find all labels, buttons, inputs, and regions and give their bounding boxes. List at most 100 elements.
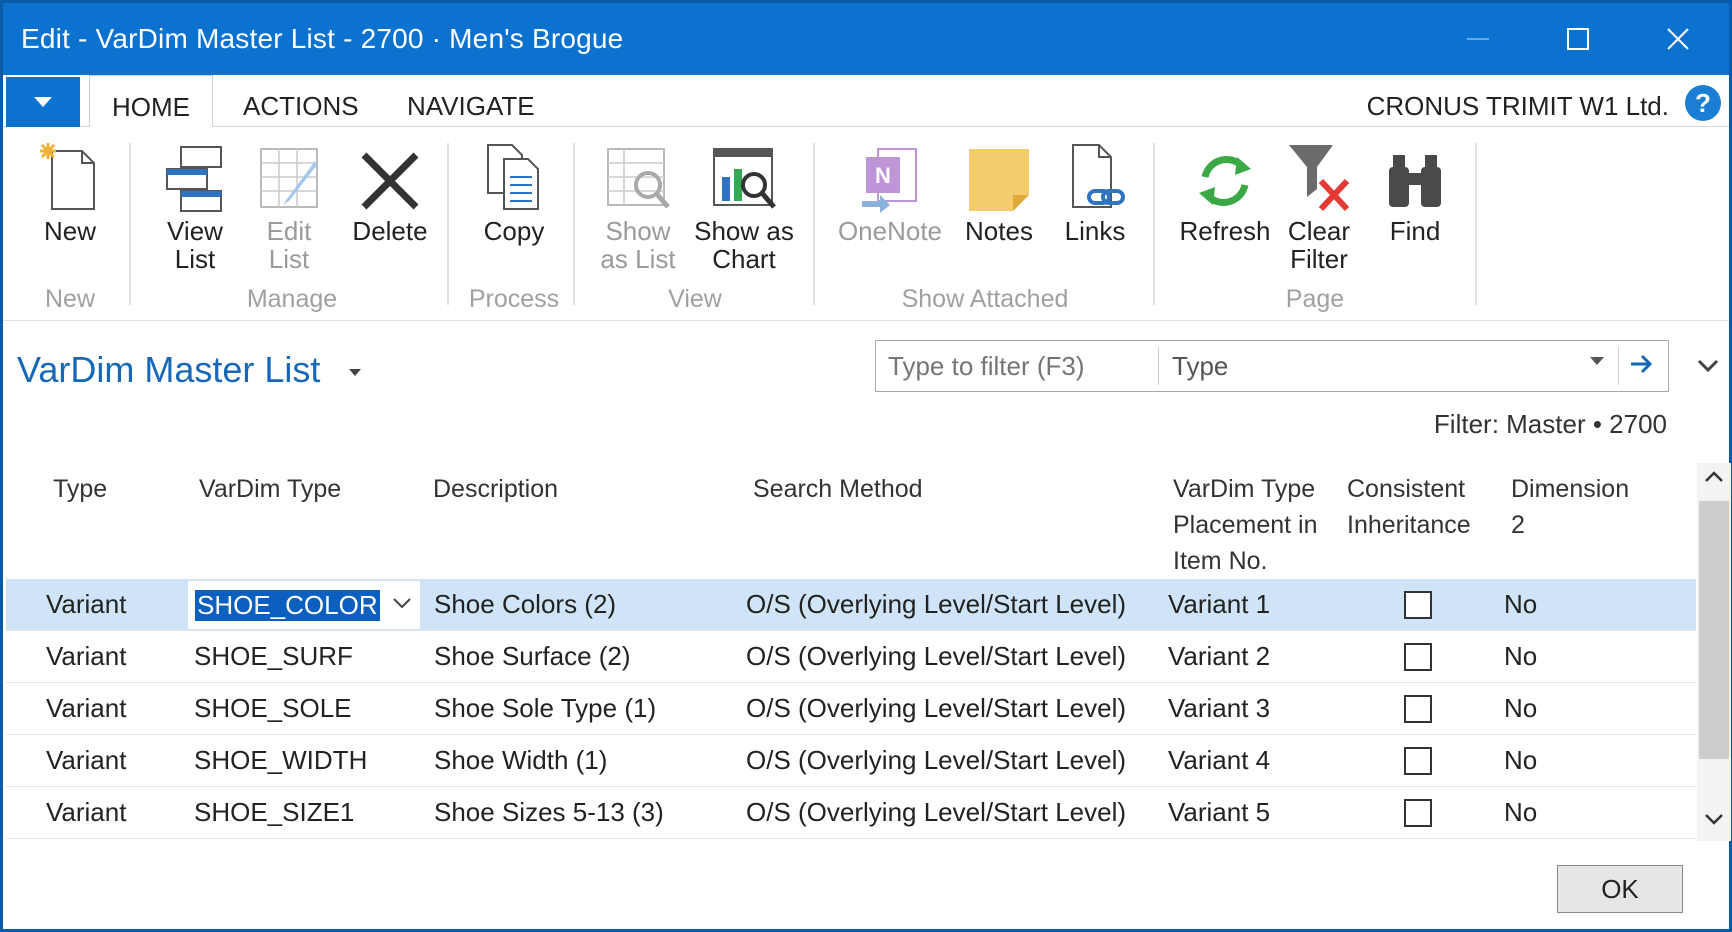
cell-type: Variant [46, 589, 127, 619]
apply-filter-arrow-icon[interactable] [1628, 351, 1654, 382]
svg-text:N: N [875, 163, 891, 188]
consistent-inheritance-checkbox[interactable] [1404, 695, 1432, 723]
title-bar[interactable]: Edit - VarDim Master List - 2700 · Men's… [3, 3, 1729, 75]
tab-navigate[interactable]: NAVIGATE [407, 75, 535, 127]
consistent-inheritance-checkbox[interactable] [1404, 591, 1432, 619]
copy-icon [487, 144, 539, 210]
onenote-button[interactable]: N OneNote [835, 137, 945, 245]
cell-search-method: O/S (Overlying Level/Start Level) [746, 797, 1127, 827]
collapse-chevron-icon[interactable] [1697, 359, 1719, 378]
scroll-up-icon[interactable] [1704, 471, 1724, 483]
minimize-button[interactable] [1433, 3, 1523, 75]
chevron-down-icon[interactable] [393, 598, 411, 608]
new-button[interactable]: New [27, 137, 113, 245]
group-label-show-attached: Show Attached [901, 285, 1069, 313]
clear-filter-icon [1289, 145, 1350, 212]
group-label-view: View [668, 285, 722, 313]
table-row[interactable]: Variant SHOE_SURF Shoe Surface (2) O/S (… [6, 631, 1696, 683]
clear-filter-label-1: Clear [1287, 216, 1351, 246]
cell-vardim-type[interactable]: SHOE_COLOR [195, 590, 380, 621]
clear-filter-button[interactable]: Clear Filter [1279, 137, 1359, 273]
column-header-description[interactable]: Description [433, 471, 558, 507]
show-as-list-button[interactable]: Show as List [591, 137, 685, 273]
scrollbar-thumb[interactable] [1699, 501, 1729, 759]
consistent-inheritance-checkbox[interactable] [1404, 747, 1432, 775]
column-header-placement[interactable]: VarDim Type Placement in Item No. [1173, 471, 1318, 579]
cell-vardim-type: SHOE_SOLE [194, 693, 352, 723]
close-icon [1667, 28, 1689, 50]
delete-button[interactable]: Delete [345, 137, 435, 245]
cell-placement: Variant 1 [1168, 589, 1271, 619]
filter-input[interactable] [888, 351, 1148, 382]
column-header-consistent-line-1: Consistent [1347, 475, 1466, 503]
edit-list-label-2: List [268, 244, 310, 274]
column-header-vardim-type[interactable]: VarDim Type [199, 471, 341, 507]
tab-home[interactable]: HOME [89, 75, 213, 128]
column-header-dimension-2[interactable]: Dimension 2 [1511, 471, 1629, 543]
clear-filter-label-2: Filter [1290, 244, 1348, 274]
table-row[interactable]: Variant SHOE_COLOR Shoe Colors (2) O/S (… [6, 579, 1696, 631]
vardim-type-editor[interactable]: SHOE_COLOR [188, 581, 420, 629]
edit-list-icon [260, 148, 318, 208]
ribbon: New New View List Edit List Delete Manag… [3, 127, 1729, 321]
minimize-icon [1467, 38, 1489, 40]
ok-button[interactable]: OK [1557, 865, 1683, 913]
maximize-button[interactable] [1533, 3, 1623, 75]
refresh-icon [1199, 156, 1251, 206]
refresh-button[interactable]: Refresh [1175, 137, 1275, 245]
show-as-chart-button[interactable]: Show as Chart [689, 137, 799, 273]
column-header-placement-line-3: Item No. [1173, 547, 1268, 575]
group-label-manage: Manage [246, 285, 338, 313]
refresh-label: Refresh [1179, 216, 1271, 246]
close-button[interactable] [1633, 3, 1723, 75]
column-header-type[interactable]: Type [53, 471, 107, 507]
scroll-down-icon[interactable] [1704, 813, 1724, 825]
notes-icon [969, 149, 1029, 211]
help-icon[interactable]: ? [1685, 85, 1721, 121]
cell-search-method: O/S (Overlying Level/Start Level) [746, 641, 1127, 671]
table-row[interactable]: Variant SHOE_SIZE1 Shoe Sizes 5-13 (3) O… [6, 787, 1696, 839]
page-title-dropdown-icon[interactable] [349, 361, 361, 382]
filter-field-select[interactable]: Type [1172, 351, 1228, 382]
ribbon-separator [1475, 143, 1477, 305]
cell-description: Shoe Sizes 5-13 (3) [434, 797, 664, 827]
view-list-icon [166, 146, 222, 212]
ribbon-separator [573, 143, 575, 305]
tab-actions[interactable]: ACTIONS [243, 75, 359, 127]
column-header-placement-line-1: VarDim Type [1173, 475, 1316, 503]
cell-dimension-2: No [1504, 589, 1538, 619]
show-as-list-label-1: Show [605, 216, 671, 246]
cell-vardim-type: SHOE_WIDTH [194, 745, 368, 775]
filter-box: Type [875, 340, 1669, 392]
table-row[interactable]: Variant SHOE_WIDTH Shoe Width (1) O/S (O… [6, 735, 1696, 787]
new-document-icon [40, 143, 95, 210]
window-title: Edit - VarDim Master List - 2700 · Men's… [21, 23, 624, 54]
view-list-button[interactable]: View List [149, 137, 241, 273]
page-title[interactable]: VarDim Master List [17, 349, 320, 391]
consistent-inheritance-checkbox[interactable] [1404, 799, 1432, 827]
copy-button[interactable]: Copy [469, 137, 559, 245]
table-row[interactable]: Variant SHOE_SOLE Shoe Sole Type (1) O/S… [6, 683, 1696, 735]
filter-divider [1618, 347, 1619, 385]
filter-field-dropdown-icon[interactable] [1590, 353, 1604, 371]
cell-type: Variant [46, 745, 127, 775]
edit-list-button[interactable]: Edit List [247, 137, 331, 273]
consistent-inheritance-checkbox[interactable] [1404, 643, 1432, 671]
delete-icon [361, 152, 419, 210]
group-label-page: Page [1285, 285, 1345, 313]
find-button[interactable]: Find [1375, 137, 1455, 245]
vertical-scrollbar[interactable] [1697, 463, 1731, 841]
cell-dimension-2: No [1504, 797, 1538, 827]
cell-type: Variant [46, 641, 127, 671]
app-menu-button[interactable] [6, 77, 80, 127]
show-as-chart-label-2: Chart [712, 244, 776, 274]
column-header-search-method[interactable]: Search Method [753, 471, 923, 507]
notes-button[interactable]: Notes [959, 137, 1039, 245]
cell-dimension-2: No [1504, 693, 1538, 723]
links-button[interactable]: Links [1055, 137, 1135, 245]
edit-list-label-1: Edit [266, 216, 312, 246]
find-label: Find [1389, 216, 1441, 246]
column-header-consistent-inheritance[interactable]: Consistent Inheritance [1347, 471, 1471, 543]
cell-placement: Variant 2 [1168, 641, 1271, 671]
ribbon-separator [129, 143, 131, 305]
